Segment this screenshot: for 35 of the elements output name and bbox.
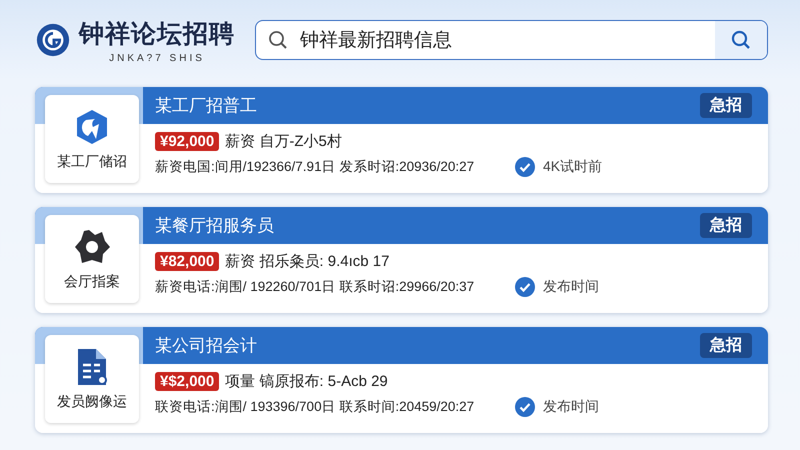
job-title[interactable]: 某公司招会计 (155, 334, 257, 357)
logo-icon (35, 21, 71, 59)
company-name: 发员阙像运 (57, 393, 127, 411)
search-button[interactable] (715, 21, 767, 59)
search-bar[interactable]: 钟祥最新招聘信息 (255, 20, 768, 60)
job-card[interactable]: 发员阙像运 某公司招会计 急招 ¥$2,000 项量 镐原报布: 5-Acb 29 联资电话:润围/ 193396/700日 联系时间:20459/20:27 发布时间 (35, 327, 768, 433)
contact-info: 薪资电话:润围/ 192260/701日 联系时诏:29966/20:37 (155, 278, 476, 296)
contact-info: 联资电话:润围/ 193396/700日 联系时间:20459/20:27 (155, 398, 476, 416)
check-icon (515, 397, 535, 417)
salary-note: 薪资 招乐粂员: 9.4ıcb 17 (225, 252, 390, 271)
urgent-badge: 急招 (700, 213, 752, 238)
urgent-badge: 急招 (700, 93, 752, 118)
salary-tag: ¥$2,000 (155, 372, 220, 391)
job-card[interactable]: 会厅指案 某餐厅招服务员 急招 ¥82,000 薪资 招乐粂员: 9.4ıcb 17 薪资电话:润围/ 192260/701日 联系时诏:29966/20:37 发布时间 (35, 207, 768, 313)
check-icon (515, 157, 535, 177)
post-time: 发布时间 (543, 278, 599, 296)
post-time: 发布时间 (543, 398, 599, 416)
urgent-badge: 急招 (700, 333, 752, 358)
job-card[interactable]: 某工厂储诏 某工厂招普工 急招 ¥92,000 薪资 自万-Z小5村 薪资电国:间用/192366/7.91日 发系时诏:20936/20:27 4K试时前 (35, 87, 768, 193)
salary-tag: ¥92,000 (155, 132, 220, 151)
salary-tag: ¥82,000 (155, 252, 220, 271)
search-icon (268, 30, 288, 50)
company-name: 会厅指案 (64, 273, 120, 291)
job-title[interactable]: 某工厂招普工 (155, 94, 257, 117)
contact-info: 薪资电国:间用/192366/7.91日 发系时诏:20936/20:27 (155, 158, 476, 176)
post-time: 4K试时前 (543, 158, 602, 176)
search-field[interactable]: 钟祥最新招聘信息 (298, 28, 715, 52)
site-subtitle: JNKA?7 SHIS (108, 52, 206, 64)
job-title[interactable]: 某餐厅招服务员 (155, 214, 274, 237)
company-name: 某工厂储诏 (57, 153, 127, 171)
check-icon (515, 277, 535, 297)
salary-note: 项量 镐原报布: 5-Acb 29 (225, 372, 388, 391)
salary-note: 薪资 自万-Z小5村 (225, 132, 342, 151)
search-icon (731, 30, 751, 50)
site-title: 钟祥论坛招聘 (79, 18, 235, 50)
